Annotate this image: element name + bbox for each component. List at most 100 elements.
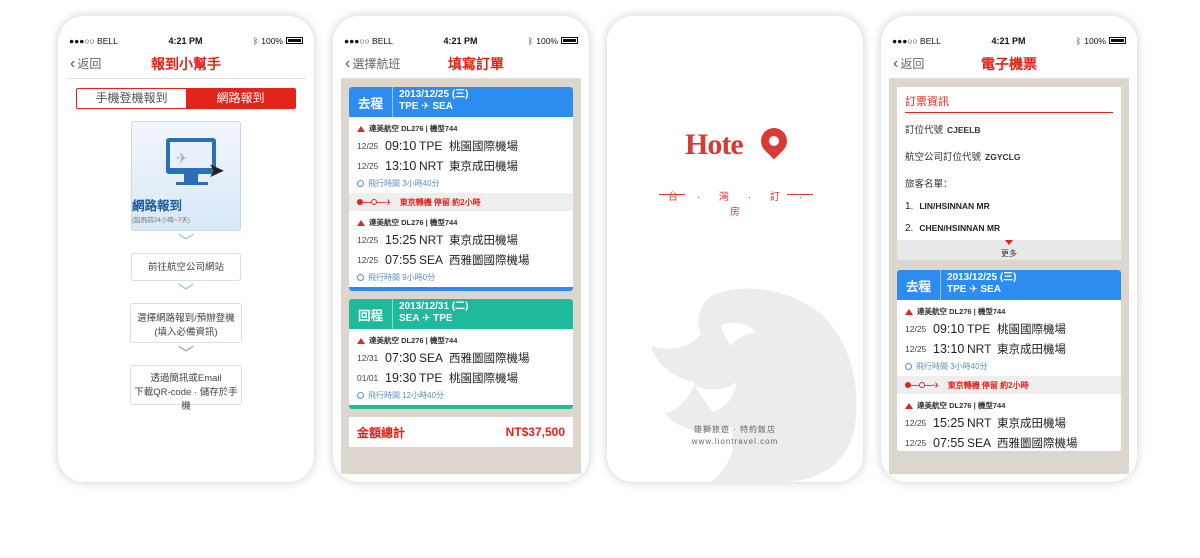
nav-bar: ‹ 選擇航班 填寫訂單 xyxy=(341,49,581,79)
direction-label: 回程 xyxy=(349,299,393,329)
clock-icon xyxy=(357,180,364,187)
tab-web-checkin[interactable]: 網路報到 xyxy=(186,89,295,108)
date: 01/01 xyxy=(357,373,379,383)
total-value: NT$37,500 xyxy=(505,425,565,439)
booking-code: CJEELB xyxy=(947,125,981,135)
transfer-route-icon: — —✈ xyxy=(357,198,392,207)
tab-mobile-checkin[interactable]: 手機登機報到 xyxy=(77,89,186,108)
chevron-down-icon: ﹀ xyxy=(177,346,194,363)
delta-logo-icon xyxy=(357,219,365,226)
chevron-down-icon: ﹀ xyxy=(177,284,194,301)
step-qr-line2: 下載QR-code · 儲存於手機 xyxy=(134,387,238,412)
return-header: 回程 2013/12/31 (二) SEA ✈ TPE xyxy=(349,299,573,329)
flight-duration: 飛行時間 3小時40分 xyxy=(897,357,1121,376)
battery-text: 100% xyxy=(1084,35,1106,46)
date: 12/25 xyxy=(905,438,927,448)
bluetooth-icon: ᛒ xyxy=(253,35,259,46)
airline-label: 達美航空 DL276 | 機型744 xyxy=(917,307,1006,316)
segment-row: 12/25 07:55 SEA 西雅圖國際機場 xyxy=(349,248,573,268)
card-bottom-bar xyxy=(349,405,573,409)
airport-code: NRT xyxy=(967,416,992,430)
airport-name: 西雅圖國際機場 xyxy=(449,353,530,365)
date: 12/25 xyxy=(357,141,379,151)
segment-row: 01/01 19:30 TPE 桃園國際機場 xyxy=(349,366,573,386)
airline-label: 達美航空 DL276 | 機型744 xyxy=(917,401,1006,410)
company-name: 雄獅旅遊 · 特約飯店 xyxy=(693,425,777,434)
airport-code: NRT xyxy=(419,233,444,247)
battery-status: ᛒ 100% xyxy=(253,36,303,46)
company-url[interactable]: www.liontravel.com xyxy=(607,437,863,446)
screen: ●●●○○ BELL 4:21 PM ᛒ 100% ‹ 返回 報到小幫手 手機登機報… xyxy=(66,32,306,474)
carrier: ●●●○○ BELL xyxy=(892,35,941,46)
battery-icon xyxy=(285,37,303,44)
airport-name: 桃園國際機場 xyxy=(449,141,518,153)
web-checkin-card[interactable]: ✈ ➤ 網路報到 (起飛前24小時~7天) xyxy=(131,121,241,231)
time: 15:25 xyxy=(933,416,965,430)
passenger-name: CHEN/HSINNAN MR xyxy=(919,223,1001,233)
segment-row: 12/25 13:10 NRT 東京成田機場 xyxy=(349,154,573,174)
delta-logo-icon xyxy=(905,402,913,409)
duration-text: 飛行時間 3小時40分 xyxy=(368,179,440,188)
page-title: 填寫訂單 xyxy=(448,55,504,72)
airport-code: TPE xyxy=(419,139,443,153)
airline-code-label: 航空公司訂位代號 xyxy=(905,152,982,163)
outbound-card: 去程 2013/12/25 (三) TPE ✈ SEA 達美航空 DL276 | … xyxy=(349,87,573,291)
time: 13:10 xyxy=(933,342,965,356)
airport-code: NRT xyxy=(967,342,992,356)
airline-row: 達美航空 DL276 | 機型744 xyxy=(349,329,573,346)
airline-row: 達美航空 DL276 | 機型744 xyxy=(897,394,1121,411)
date: 12/31 xyxy=(357,353,379,363)
status-bar: ●●●○○ BELL 4:21 PM ᛒ 100% xyxy=(341,32,581,49)
flight-info: 2013/12/25 (三) TPE ✈ SEA xyxy=(941,270,1017,300)
airline-row: 達美航空 DL276 | 機型744 xyxy=(897,300,1121,317)
delta-logo-icon xyxy=(357,125,365,132)
flight-date: 2013/12/25 (三) xyxy=(947,272,1017,283)
airline-row: 達美航空 DL276 | 機型744 xyxy=(349,117,573,134)
airline-row: 達美航空 DL276 | 機型744 xyxy=(349,211,573,228)
airport-name: 東京成田機場 xyxy=(449,161,518,173)
web-checkin-title: 網路報到 xyxy=(132,199,183,213)
flight-duration: 飛行時間 12小時40分 xyxy=(349,386,573,405)
flight-info: 2013/12/25 (三) TPE ✈ SEA xyxy=(393,87,469,117)
segment-row: 12/25 15:25 NRT 東京成田機場 xyxy=(897,411,1121,431)
segment-row: 12/25 07:55 SEA 西雅圖國際機場 xyxy=(897,431,1121,451)
passenger-name: LIN/HSINNAN MR xyxy=(919,201,990,211)
carrier: ●●●○○ BELL xyxy=(344,35,393,46)
battery-text: 100% xyxy=(536,35,558,46)
bluetooth-icon: ᛒ xyxy=(1076,35,1082,46)
date: 12/25 xyxy=(357,235,379,245)
more-button[interactable]: 更多 xyxy=(897,240,1121,260)
content: 去程 2013/12/25 (三) TPE ✈ SEA 達美航空 DL276 | … xyxy=(341,79,581,474)
duration-text: 飛行時間 12小時40分 xyxy=(368,391,445,400)
total-label: 金額總計 xyxy=(357,425,406,440)
date: 12/25 xyxy=(905,344,927,354)
date: 12/25 xyxy=(357,161,379,171)
nav-bar: ‹ 返回 電子機票 xyxy=(889,49,1129,79)
clock: 4:21 PM xyxy=(443,35,478,46)
airline-label: 達美航空 DL276 | 機型744 xyxy=(369,218,458,227)
passenger-item: 1. LIN/HSINNAN MR xyxy=(905,194,1113,216)
time: 07:30 xyxy=(385,351,417,365)
passenger-label: 旅客名單： xyxy=(905,179,953,190)
return-card: 回程 2013/12/31 (二) SEA ✈ TPE 達美航空 DL276 | … xyxy=(349,299,573,409)
clock-icon xyxy=(905,363,912,370)
card-bottom-bar xyxy=(349,287,573,291)
segment-row: 12/25 09:10 TPE 桃園國際機場 xyxy=(349,134,573,154)
page-title: 報到小幫手 xyxy=(151,55,221,72)
chevron-down-icon: ﹀ xyxy=(177,234,194,251)
phone-splash: Hote 台 · 灣 · 訂 · 房 雄獅旅遊 · 特約飯店 www.liont… xyxy=(607,16,863,482)
booking-code-row: 訂位代號 CJEELB xyxy=(905,113,1113,140)
content: 訂票資訊 訂位代號 CJEELB 航空公司訂位代號 ZGYCLG 旅客名單： 1. L… xyxy=(889,79,1129,474)
time: 13:10 xyxy=(385,159,417,173)
segment-row: 12/25 09:10 TPE 桃園國際機場 xyxy=(897,317,1121,337)
delta-logo-icon xyxy=(905,308,913,315)
flight-route: TPE ✈ SEA xyxy=(947,284,1001,295)
date: 12/25 xyxy=(905,418,927,428)
transfer-bar: — —✈ 東京轉機 停留 約2小時 xyxy=(349,193,573,211)
airplane-icon: ✈ xyxy=(176,150,188,166)
passenger-item: 2. CHEN/HSINNAN MR xyxy=(905,216,1113,240)
airport-name: 東京成田機場 xyxy=(449,235,518,247)
direction-label: 去程 xyxy=(897,270,941,300)
logo-tagline: 台 · 灣 · 訂 · 房 xyxy=(668,192,810,218)
flight-info: 2013/12/31 (二) SEA ✈ TPE xyxy=(393,299,469,329)
